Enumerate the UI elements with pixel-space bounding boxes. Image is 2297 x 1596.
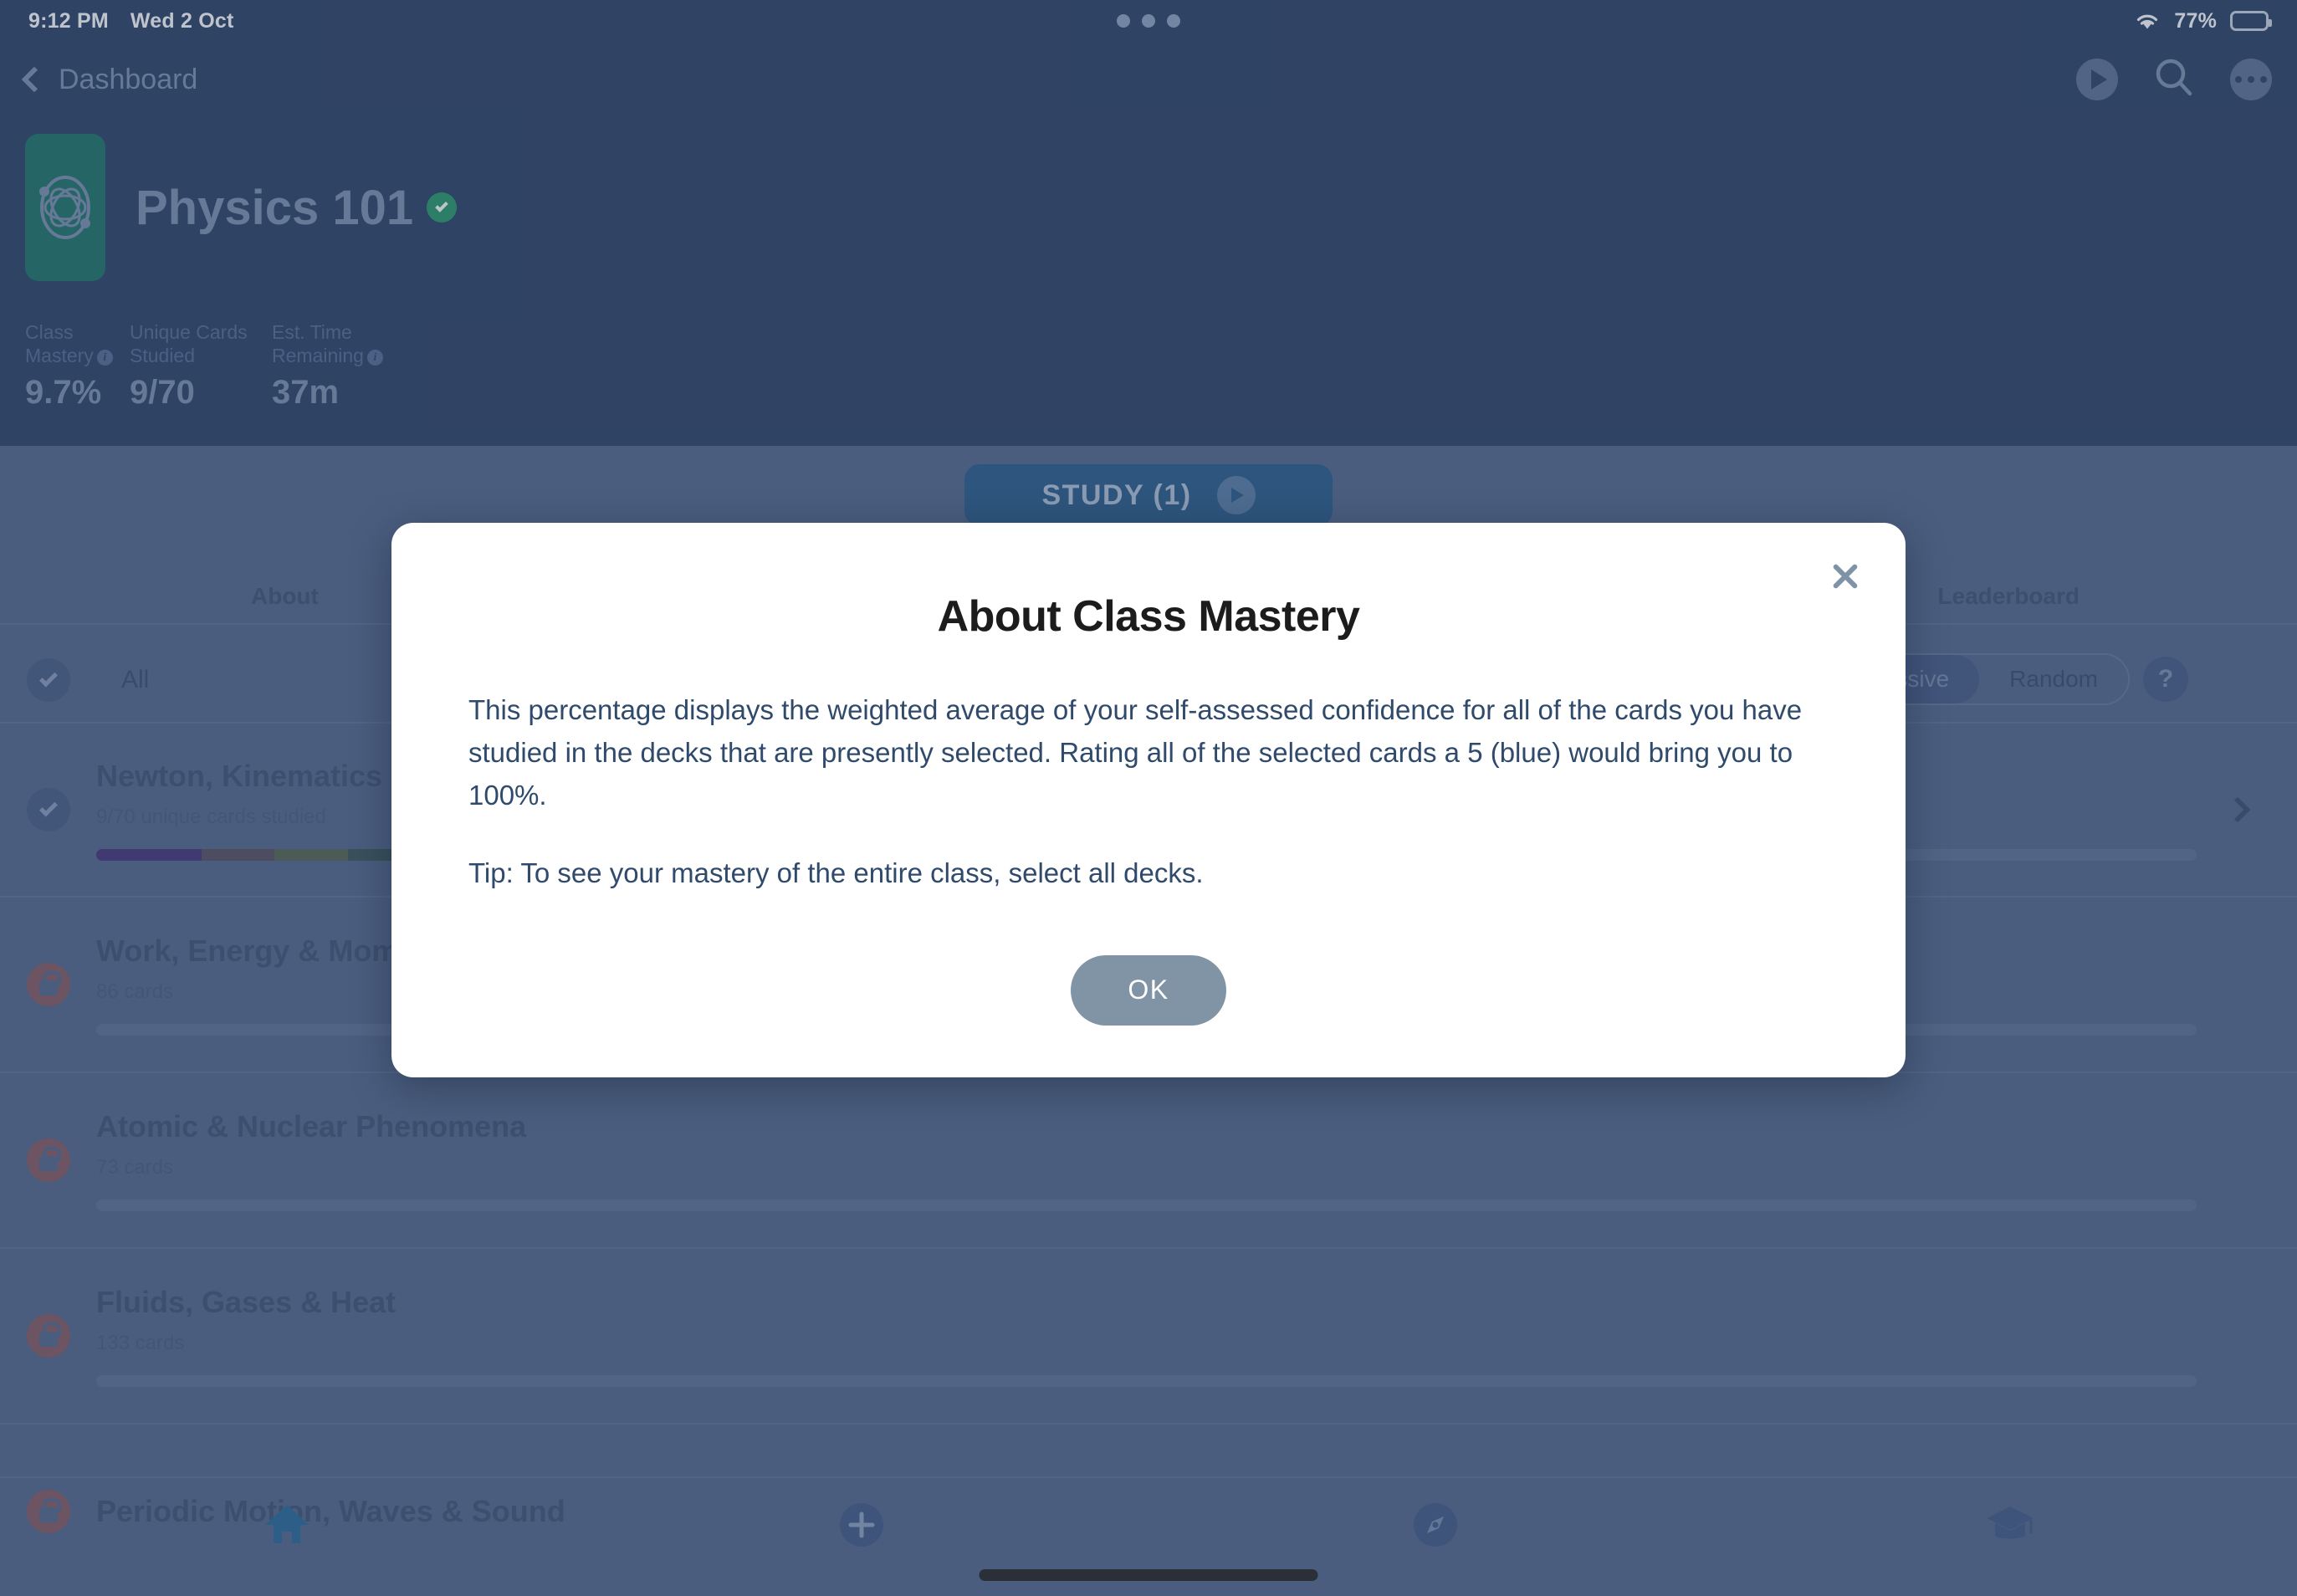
dialog-body: This percentage displays the weighted av… xyxy=(468,688,1829,895)
dialog-paragraph-2: Tip: To see your mastery of the entire c… xyxy=(468,857,1204,889)
about-class-mastery-dialog: About Class Mastery This percentage disp… xyxy=(391,523,1906,1077)
dialog-actions: OK xyxy=(468,954,1829,1026)
dialog-paragraph-1: This percentage displays the weighted av… xyxy=(468,694,1803,811)
close-icon[interactable] xyxy=(1824,555,1867,598)
ok-button[interactable]: OK xyxy=(1071,954,1226,1026)
dialog-title: About Class Mastery xyxy=(937,592,1360,641)
screen: 9:12 PM Wed 2 Oct 77% Dashboard Physics … xyxy=(0,0,2297,1596)
